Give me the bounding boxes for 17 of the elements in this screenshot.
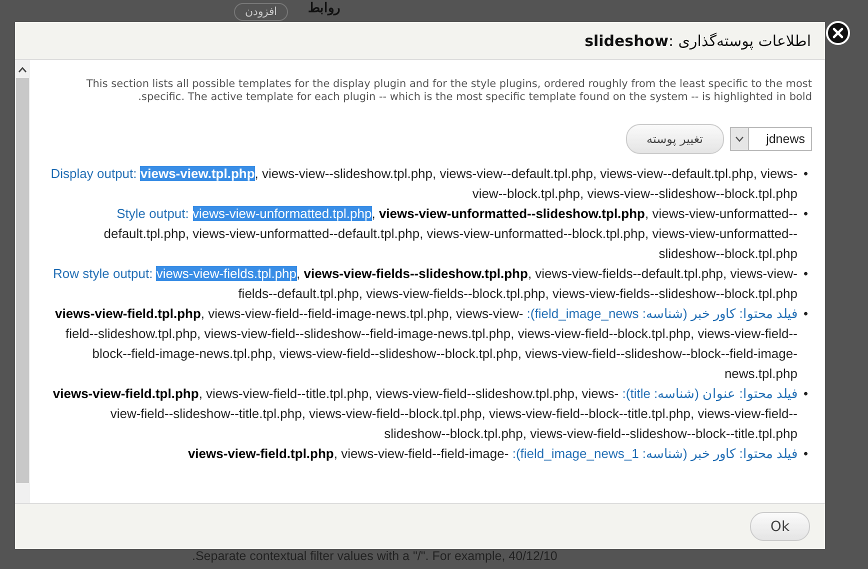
section-label: روابط — [308, 0, 340, 15]
caret-icon — [735, 136, 744, 142]
description-text: This section lists all possible templates for the display plugin and for the style plugins, ordered roughly from the least specific to the most specific. The active template for each plugin -- which is the most specific template found on the system -- is highlighted in bold. — [85, 78, 812, 104]
change-theme-button[interactable]: تغییر پوسته — [626, 124, 724, 154]
bullet: • — [803, 305, 808, 323]
bullet: • — [803, 445, 808, 463]
bullet: • — [803, 385, 808, 403]
scroll-up-icon[interactable] — [18, 67, 27, 73]
scrollbar-thumb[interactable] — [16, 78, 29, 483]
scrollbar[interactable] — [15, 60, 30, 503]
close-icon[interactable] — [826, 21, 850, 45]
bullet: • — [803, 205, 808, 223]
bullet: • — [803, 265, 808, 283]
theme-select[interactable]: jdnews — [730, 127, 812, 151]
bullet: • — [803, 165, 808, 183]
ok-button[interactable]: Ok — [750, 512, 810, 541]
add-button[interactable]: افزودن — [234, 3, 288, 21]
